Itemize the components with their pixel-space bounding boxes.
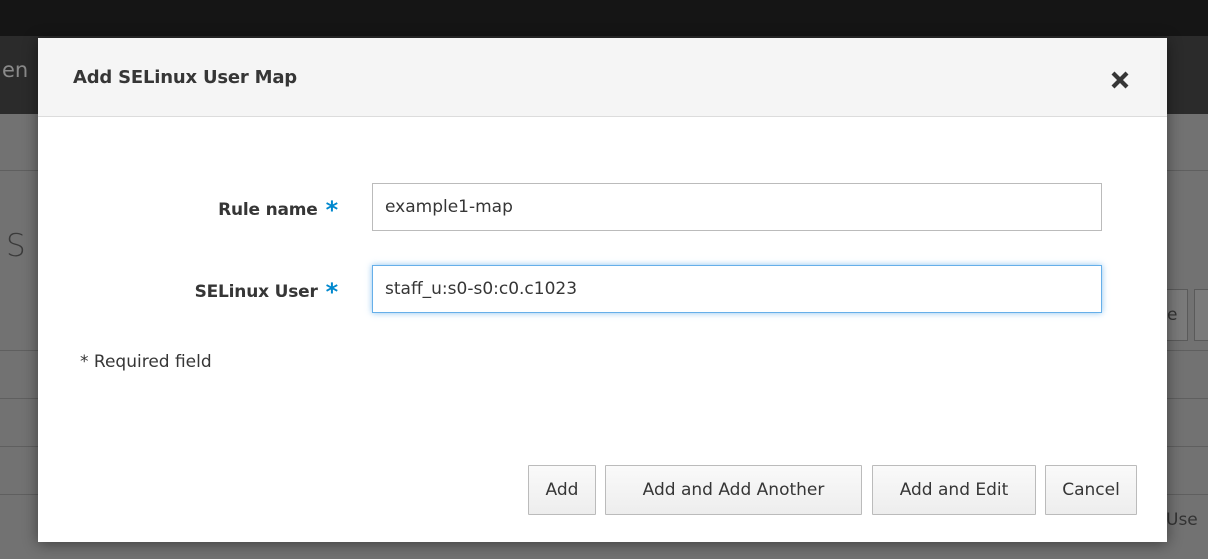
background-top-bar (0, 0, 1208, 36)
background-column-fragment: Use (1166, 510, 1198, 530)
selinux-user-label: SELinux User * (194, 278, 339, 306)
add-button[interactable]: Add (528, 465, 596, 515)
background-nav-fragment: en (2, 58, 29, 82)
dialog-title: Add SELinux User Map (73, 67, 297, 88)
close-icon (1111, 71, 1129, 89)
rule-name-input[interactable] (372, 183, 1102, 231)
add-selinux-user-map-dialog: Add SELinux User Map Rule name* SELinux … (38, 38, 1167, 542)
background-heading-fragment: S (6, 228, 26, 264)
rule-name-label: Rule name * (218, 196, 339, 224)
background-button (1194, 289, 1208, 341)
selinux-user-input[interactable] (372, 265, 1102, 313)
cancel-button[interactable]: Cancel (1045, 465, 1137, 515)
add-and-add-another-button[interactable]: Add and Add Another (605, 465, 862, 515)
background-button: e (1166, 289, 1188, 341)
add-and-edit-button[interactable]: Add and Edit (872, 465, 1036, 515)
required-asterisk: * (325, 278, 339, 306)
dialog-header: Add SELinux User Map (38, 38, 1167, 117)
required-field-note: * Required field (80, 352, 212, 372)
close-button[interactable] (1105, 65, 1135, 95)
required-asterisk: * (325, 196, 339, 224)
